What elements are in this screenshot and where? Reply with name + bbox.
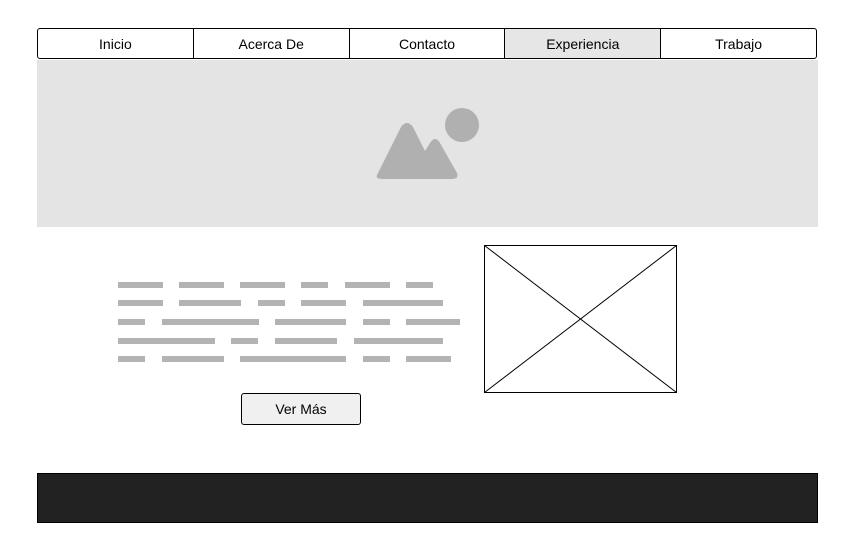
nav-item-contacto[interactable]: Contacto	[350, 29, 506, 58]
nav-item-trabajo[interactable]: Trabajo	[661, 29, 816, 58]
nav-item-acerca-de[interactable]: Acerca De	[194, 29, 350, 58]
footer	[37, 473, 818, 523]
text-lines-graphic	[118, 282, 460, 362]
top-nav: Inicio Acerca De Contacto Experiencia Tr…	[37, 28, 817, 59]
image-placeholder-icon	[376, 108, 479, 179]
image-placeholder-icon	[484, 245, 677, 393]
page: Inicio Acerca De Contacto Experiencia Tr…	[0, 0, 847, 553]
nav-item-inicio[interactable]: Inicio	[38, 29, 194, 58]
image-placeholder	[484, 245, 678, 399]
hero-banner	[37, 60, 818, 227]
text-placeholder-lines	[118, 282, 468, 364]
ver-mas-button[interactable]: Ver Más	[241, 393, 361, 425]
nav-item-experiencia[interactable]: Experiencia	[505, 29, 662, 58]
